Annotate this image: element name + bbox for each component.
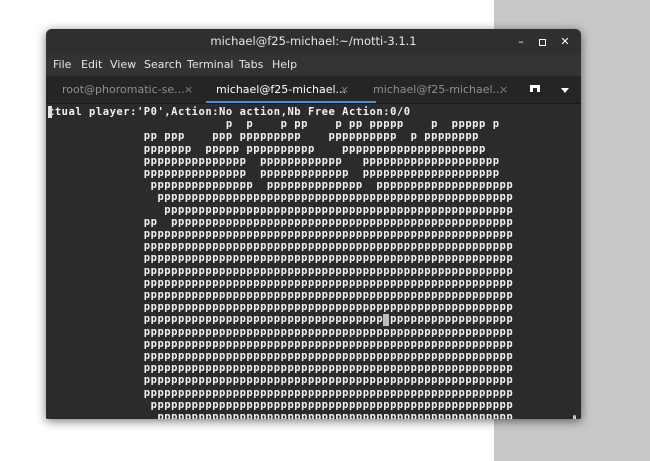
menu-view[interactable]: View [110,54,136,76]
game-cursor [383,314,389,326]
active-tab-indicator [206,101,376,103]
tab-michael-active[interactable]: michael@f25-michael... × [206,76,376,103]
terminal-line: pppppppppppppppppppppppppppppppppppppppp… [143,350,514,363]
menu-help[interactable]: Help [272,54,297,76]
chevron-down-icon[interactable] [556,76,574,103]
tab-label: michael@f25-michael... [373,83,504,96]
terminal-line: p p p pp p pp ppppp p ppppp p [225,118,500,131]
tab-root-phoromatic[interactable]: root@phoromatic-se... × [62,76,212,103]
terminal-window: michael@f25-michael:~/motti-3.1.1 – ✕ Fi… [46,29,581,419]
terminal-line: pppppppppppppppppppppppppppppppppppppppp… [143,240,514,253]
terminal-line: pppppppppppppppppppppppppppppppppppppppp… [143,337,514,350]
terminal-line: pppppppppppppppppppppppppppppppppppppppp… [143,301,514,314]
terminal-line: pppppppppppppppppppppppppppppppppppppppp… [143,374,514,387]
tab-close-icon[interactable]: × [340,76,349,103]
menu-edit[interactable]: Edit [81,54,102,76]
terminal-line: ppppppppppppppp pppppppppppppp ppppppppp… [150,179,514,192]
text-cursor [48,106,52,118]
terminal-text: ctual player:'P0',Action:No action,Nb Fr… [48,106,513,419]
window-title: michael@f25-michael:~/motti-3.1.1 [210,34,417,48]
tab-label: michael@f25-michael... [216,83,347,96]
tab-close-icon[interactable]: × [499,76,508,103]
menu-search[interactable]: Search [144,54,182,76]
terminal-line: pppppppppppppppppppppppppppppppppppppppp… [143,264,514,277]
menu-file[interactable]: File [53,54,71,76]
terminal-line: pppppppppppppppppppppppppppppppppppppppp… [150,398,514,411]
terminal-line: pppppppppppppppppppppppppppppppppppppppp… [143,386,514,399]
terminal-line: pppppppppppppppppppppppppppppppppppppppp… [143,362,514,375]
menu-tabs[interactable]: Tabs [239,54,263,76]
tab-close-icon[interactable]: × [184,76,193,103]
new-tab-icon[interactable] [526,76,546,103]
scrollbar[interactable] [573,415,576,419]
terminal-line: ppppppp ppppp pppppppppp ppppppppppppppp… [143,142,486,155]
terminal-line: ppppppppppppppp pppppppppppp ppppppppppp… [143,154,500,167]
terminal-output[interactable]: ctual player:'P0',Action:No action,Nb Fr… [46,104,581,419]
tab-bar: root@phoromatic-se... × michael@f25-mich… [46,76,581,104]
tab-label: root@phoromatic-se... [62,83,185,96]
terminal-line: pppppppppppppppppppppppppppppppppppppppp… [157,411,514,419]
menu-bar: File Edit View Search Terminal Tabs Help [46,54,581,76]
terminal-line: pppppppppppppppppppppppppppppppppppppppp… [143,252,514,265]
minimize-icon[interactable]: – [512,29,530,54]
terminal-line: ppppppppppppppp ppppppppppppp pppppppppp… [143,167,500,180]
terminal-line: pppppppppppppppppppppppppppppppppppppppp… [143,313,514,326]
terminal-line: pppppppppppppppppppppppppppppppppppppppp… [143,276,514,289]
terminal-line: pppppppppppppppppppppppppppppppppppppppp… [143,325,514,338]
terminal-line: pppppppppppppppppppppppppppppppppppppppp… [143,289,514,302]
terminal-line: pp ppppppppppppppppppppppppppppppppppppp… [143,215,514,228]
maximize-icon[interactable] [533,29,551,54]
terminal-line: ctual player:'P0',Action:No action,Nb Fr… [48,106,411,118]
menu-terminal[interactable]: Terminal [187,54,234,76]
terminal-line: pp ppp ppp ppppppppp pppppppppp p pppppp… [143,130,480,143]
title-bar[interactable]: michael@f25-michael:~/motti-3.1.1 – ✕ [46,29,581,54]
tab-michael[interactable]: michael@f25-michael... × [373,76,523,103]
terminal-line: pppppppppppppppppppppppppppppppppppppppp… [157,191,514,204]
terminal-line: pppppppppppppppppppppppppppppppppppppppp… [164,203,514,216]
terminal-line: pppppppppppppppppppppppppppppppppppppppp… [143,228,514,241]
close-icon[interactable]: ✕ [556,29,574,54]
